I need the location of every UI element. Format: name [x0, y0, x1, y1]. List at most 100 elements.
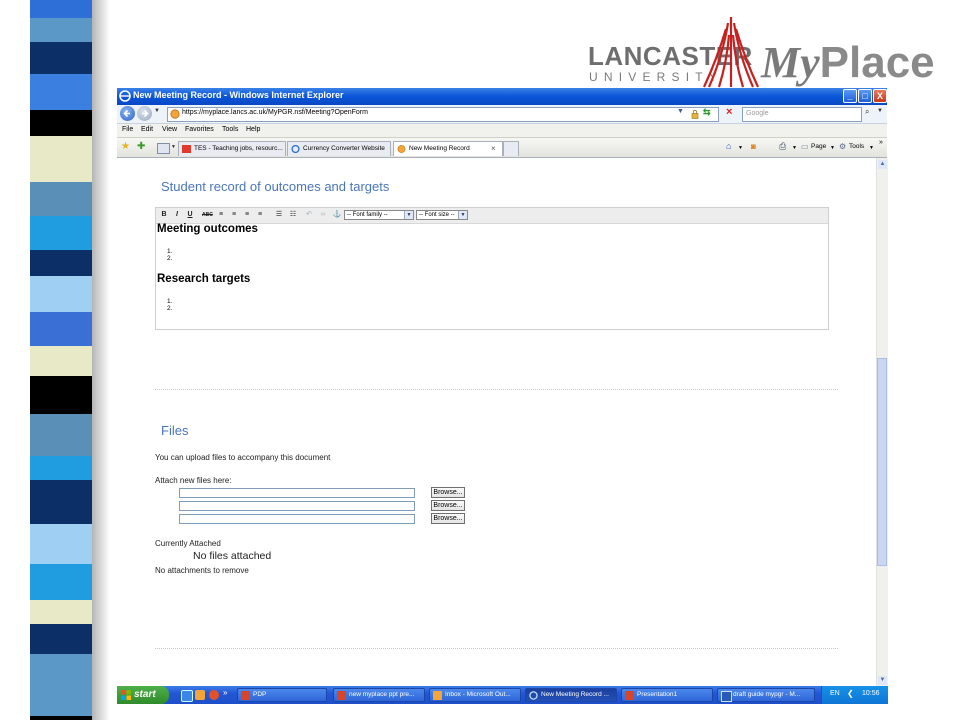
- menu-favorites[interactable]: Favorites: [185, 126, 214, 133]
- strikethrough-icon[interactable]: ABC: [202, 210, 213, 220]
- tab-bar: ★ ✚ ▼ TES - Teaching jobs, resourc... Cu…: [117, 138, 887, 158]
- menu-bar: File Edit View Favorites Tools Help: [117, 124, 887, 138]
- font-family-select[interactable]: -- Font family -- ▼: [344, 210, 414, 220]
- firefox-icon[interactable]: [209, 690, 219, 700]
- tab-currency-converter[interactable]: Currency Converter Website: [287, 141, 391, 156]
- taskbar-item-label: draft guide mypgr - M...: [733, 691, 801, 698]
- file-upload-field[interactable]: [179, 488, 415, 498]
- align-center-icon[interactable]: ≡: [229, 210, 239, 220]
- search-input[interactable]: Google: [742, 107, 862, 122]
- internet-explorer-icon: [291, 145, 300, 153]
- file-upload-field[interactable]: [179, 514, 415, 524]
- taskbar-item-inbox[interactable]: Inbox - Microsoft Out...: [429, 688, 521, 702]
- window-title: New Meeting Record - Windows Internet Ex…: [133, 90, 344, 100]
- rich-text-editor[interactable]: B I U ABC ≡ ≡ ≡ ≡ ☰ ☷ ↶ ∞ ⚓ -- Font fami…: [155, 207, 829, 330]
- search-icon[interactable]: ⌕: [865, 107, 869, 117]
- section-divider: [155, 389, 838, 390]
- browse-button[interactable]: Browse...: [431, 500, 465, 511]
- tray-arrow-icon[interactable]: ❮: [847, 689, 854, 698]
- history-dropdown-icon[interactable]: ▼: [154, 108, 160, 114]
- taskbar-item-draft-guide[interactable]: draft guide mypgr - M...: [717, 688, 815, 702]
- new-tab-button[interactable]: [503, 141, 519, 156]
- taskbar-item-presentation1[interactable]: Presentation1: [621, 688, 713, 702]
- tools-menu[interactable]: Tools: [849, 143, 864, 150]
- scroll-thumb[interactable]: [877, 358, 887, 566]
- file-upload-field[interactable]: [179, 501, 415, 511]
- bold-icon[interactable]: B: [159, 210, 169, 220]
- menu-tools[interactable]: Tools: [222, 126, 238, 133]
- home-icon[interactable]: ⌂: [726, 141, 731, 151]
- tab-new-meeting-record[interactable]: New Meeting Record ×: [393, 141, 503, 156]
- favorites-star-icon[interactable]: ★: [121, 141, 130, 152]
- home-dropdown-icon[interactable]: ▼: [738, 145, 743, 151]
- taskbar-item-label: Inbox - Microsoft Out...: [445, 691, 511, 698]
- outlook-icon[interactable]: [195, 690, 205, 700]
- print-dropdown-icon[interactable]: ▼: [792, 145, 797, 151]
- feeds-icon[interactable]: ◙: [751, 142, 756, 151]
- taskbar-item-label: PDP: [253, 691, 267, 698]
- page-menu[interactable]: Page: [811, 143, 826, 150]
- tools-dropdown-icon[interactable]: ▼: [869, 145, 874, 151]
- numbered-list-icon[interactable]: ☷: [288, 210, 298, 220]
- taskbar-item-pdp[interactable]: PDP: [237, 688, 327, 702]
- align-right-icon[interactable]: ≡: [242, 210, 252, 220]
- font-size-value: -- Font size --: [419, 212, 455, 218]
- menu-help[interactable]: Help: [246, 126, 260, 133]
- menu-edit[interactable]: Edit: [141, 126, 153, 133]
- taskbar-item-myplace-ppt[interactable]: new myplace ppt pre...: [333, 688, 425, 702]
- taskbar-item-new-meeting-record[interactable]: New Meeting Record ...: [525, 688, 617, 702]
- close-tab-icon[interactable]: ×: [491, 144, 496, 153]
- attach-label: Attach new files here:: [155, 476, 232, 485]
- chevron-more-icon[interactable]: »: [879, 139, 883, 146]
- back-button[interactable]: [120, 106, 135, 121]
- tab-tes[interactable]: TES - Teaching jobs, resourc...: [178, 141, 286, 156]
- minimize-button[interactable]: _: [843, 89, 857, 103]
- close-button[interactable]: X: [873, 89, 887, 103]
- quick-tabs-icon[interactable]: [157, 143, 170, 154]
- font-size-select[interactable]: -- Font size -- ▼: [416, 210, 468, 220]
- page-dropdown-icon[interactable]: ▼: [830, 145, 835, 151]
- language-indicator[interactable]: EN: [830, 690, 840, 697]
- align-left-icon[interactable]: ≡: [216, 210, 226, 220]
- stripe-shadow: [92, 0, 110, 720]
- url-field[interactable]: https://myplace.lancs.ac.uk/MyPGR.nsf/Me…: [167, 107, 719, 122]
- chevron-more-icon[interactable]: »: [223, 688, 227, 697]
- link-icon[interactable]: ∞: [318, 210, 328, 220]
- system-tray: EN ❮ 10:56: [821, 686, 888, 704]
- taskbar-item-label: New Meeting Record ...: [541, 691, 609, 698]
- start-button[interactable]: start: [117, 686, 169, 704]
- menu-view[interactable]: View: [162, 126, 177, 133]
- page-icon[interactable]: ▭: [801, 142, 809, 151]
- scroll-down-icon[interactable]: ▼: [878, 676, 887, 685]
- print-icon[interactable]: ⎙: [779, 141, 786, 152]
- browse-button[interactable]: Browse...: [431, 513, 465, 524]
- window-title-bar[interactable]: New Meeting Record - Windows Internet Ex…: [117, 88, 887, 105]
- undo-icon[interactable]: ↶: [304, 210, 314, 220]
- internet-explorer-icon[interactable]: [181, 690, 193, 702]
- vertical-scrollbar[interactable]: ▲ ▼: [876, 158, 888, 688]
- maximize-button[interactable]: □: [858, 89, 872, 103]
- align-justify-icon[interactable]: ≡: [255, 210, 265, 220]
- url-dropdown-icon[interactable]: ▼: [677, 108, 684, 115]
- decorative-stripe: [30, 0, 92, 720]
- stop-icon[interactable]: ×: [726, 106, 732, 118]
- clock: 10:56: [862, 690, 880, 697]
- lock-icon[interactable]: [690, 109, 700, 119]
- bullet-list-icon[interactable]: ☰: [274, 210, 284, 220]
- underline-icon[interactable]: U: [185, 210, 195, 220]
- italic-icon[interactable]: I: [172, 210, 182, 220]
- refresh-icon[interactable]: ⇆: [703, 107, 711, 118]
- research-targets-list: 1. 2.: [167, 298, 172, 312]
- tab-list-icon[interactable]: ▼: [171, 144, 176, 150]
- word-icon: [721, 691, 732, 702]
- section-divider: [155, 648, 838, 649]
- start-label: start: [134, 689, 156, 700]
- add-favorite-icon[interactable]: ✚: [137, 141, 145, 152]
- gear-icon[interactable]: ⚙: [839, 142, 846, 151]
- search-options-icon[interactable]: ▼: [877, 108, 883, 114]
- browse-button[interactable]: Browse...: [431, 487, 465, 498]
- menu-file[interactable]: File: [122, 126, 133, 133]
- anchor-icon[interactable]: ⚓: [332, 210, 342, 220]
- forward-button[interactable]: [137, 106, 152, 121]
- scroll-up-icon[interactable]: ▲: [878, 160, 887, 169]
